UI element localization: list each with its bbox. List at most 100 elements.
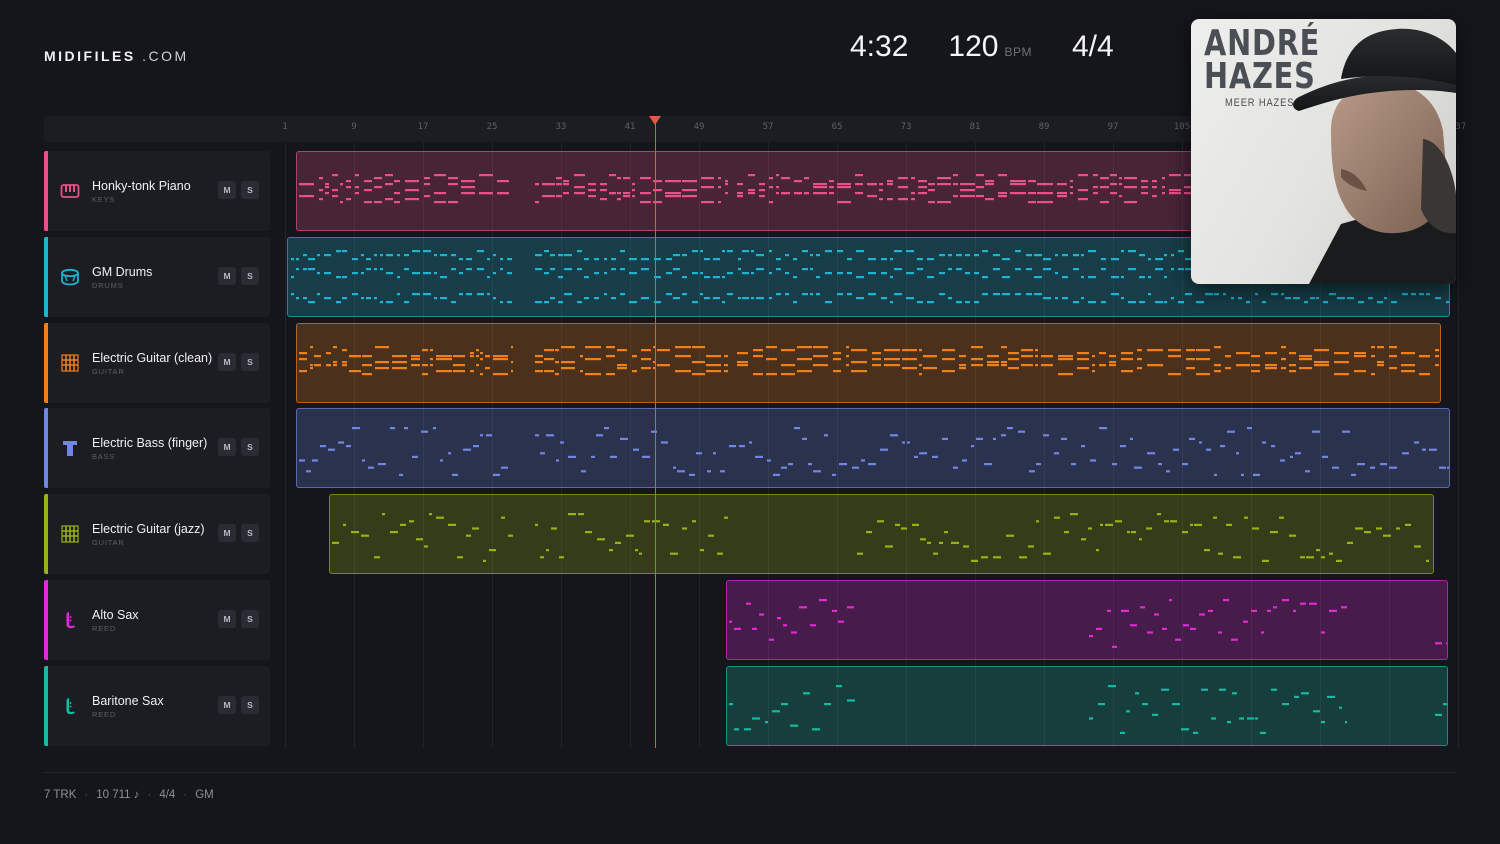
midi-note	[1010, 183, 1026, 186]
midi-note	[1405, 523, 1411, 527]
midi-note	[405, 180, 419, 183]
midi-note	[911, 198, 915, 201]
track-header[interactable]: Honky-tonk Piano KEYS M S	[44, 151, 270, 231]
midi-note	[1213, 516, 1217, 519]
midi-clip[interactable]	[296, 408, 1450, 489]
midi-note	[434, 271, 437, 274]
solo-button[interactable]: S	[241, 610, 259, 628]
midi-note	[617, 366, 627, 369]
midi-note	[1071, 463, 1076, 466]
midi-note	[473, 445, 479, 448]
playhead-marker[interactable]	[649, 116, 661, 125]
midi-note	[718, 186, 721, 189]
track-header[interactable]: Baritone Sax REED M S	[44, 665, 270, 746]
track-color-stripe	[44, 665, 48, 746]
midi-note	[825, 300, 832, 303]
midi-note	[1137, 348, 1142, 351]
midi-note	[1171, 253, 1174, 256]
mute-button[interactable]: M	[218, 352, 236, 371]
midi-note	[1214, 369, 1221, 372]
midi-note	[993, 253, 1000, 256]
midi-note	[1261, 631, 1264, 634]
midi-note	[976, 174, 984, 177]
midi-note	[737, 192, 743, 195]
midi-note	[1293, 296, 1300, 299]
midi-note	[477, 267, 484, 270]
midi-note	[574, 174, 585, 177]
midi-note	[932, 456, 938, 459]
solo-button[interactable]: S	[241, 695, 259, 714]
track-header[interactable]: Electric Guitar (jazz) GUITAR M S	[44, 494, 270, 575]
midi-note	[953, 466, 958, 470]
midi-clip[interactable]	[329, 494, 1434, 575]
midi-note	[847, 271, 852, 274]
midi-note	[1371, 354, 1375, 357]
midi-note	[1337, 296, 1345, 299]
mute-button[interactable]: M	[218, 610, 236, 628]
midi-note	[1377, 345, 1384, 348]
midi-note	[632, 189, 635, 192]
midi-note	[385, 174, 393, 177]
midi-note	[1354, 354, 1366, 357]
midi-note	[689, 474, 695, 477]
midi-note	[701, 186, 714, 189]
midi-note	[906, 296, 914, 299]
midi-note	[1090, 459, 1096, 462]
midi-standard: GM	[195, 789, 214, 801]
playhead-line[interactable]	[655, 120, 656, 748]
solo-button[interactable]: S	[241, 438, 259, 457]
track-name: Electric Guitar (clean)	[92, 350, 213, 365]
midi-note	[1015, 292, 1021, 295]
midi-note	[837, 292, 843, 295]
midi-note	[591, 456, 595, 459]
track-header[interactable]: Electric Guitar (clean) GUITAR M S	[44, 322, 270, 403]
midi-note	[692, 520, 696, 523]
solo-button[interactable]: S	[241, 266, 259, 285]
midi-note	[394, 201, 400, 204]
midi-note	[310, 366, 313, 369]
midi-note	[781, 702, 788, 705]
mute-button[interactable]: M	[218, 524, 236, 543]
midi-note	[1131, 531, 1136, 534]
track-header[interactable]: Alto Sax REED M S	[44, 580, 270, 660]
midi-note	[620, 292, 625, 295]
midi-note	[1093, 192, 1098, 195]
midi-note	[1100, 186, 1109, 189]
midi-clip[interactable]	[296, 322, 1441, 403]
midi-note	[1426, 559, 1429, 563]
midi-note	[960, 183, 975, 186]
midi-note	[917, 257, 923, 260]
midi-note	[472, 527, 479, 530]
midi-note	[766, 357, 777, 360]
midi-note	[1255, 292, 1258, 295]
midi-note	[879, 183, 883, 186]
midi-clip[interactable]	[726, 580, 1448, 660]
track-header[interactable]: GM Drums DRUMS M S	[44, 236, 270, 317]
mute-button[interactable]: M	[218, 266, 236, 285]
midi-note	[867, 195, 877, 198]
midi-note	[707, 470, 711, 473]
midi-note	[927, 541, 931, 545]
midi-clip[interactable]	[726, 665, 1448, 746]
midi-note	[971, 559, 978, 563]
solo-button[interactable]: S	[241, 524, 259, 543]
midi-note	[366, 267, 371, 270]
midi-note	[1036, 463, 1041, 466]
brand-logo: MIDIFILES .COM	[44, 48, 189, 64]
solo-button[interactable]: S	[241, 181, 259, 199]
mute-button[interactable]: M	[218, 438, 236, 457]
midi-note	[813, 186, 827, 189]
midi-note	[898, 198, 908, 201]
mute-button[interactable]: M	[218, 181, 236, 199]
midi-note	[299, 195, 314, 198]
midi-note	[985, 183, 994, 186]
midi-note	[632, 183, 635, 186]
midi-note	[1054, 452, 1059, 455]
mute-button[interactable]: M	[218, 695, 236, 714]
brand-name: MIDIFILES	[44, 48, 136, 64]
midi-note	[1130, 624, 1137, 627]
midi-note	[851, 348, 867, 351]
midi-note	[507, 271, 512, 274]
solo-button[interactable]: S	[241, 352, 259, 371]
track-header[interactable]: Electric Bass (finger) BASS M S	[44, 408, 270, 489]
